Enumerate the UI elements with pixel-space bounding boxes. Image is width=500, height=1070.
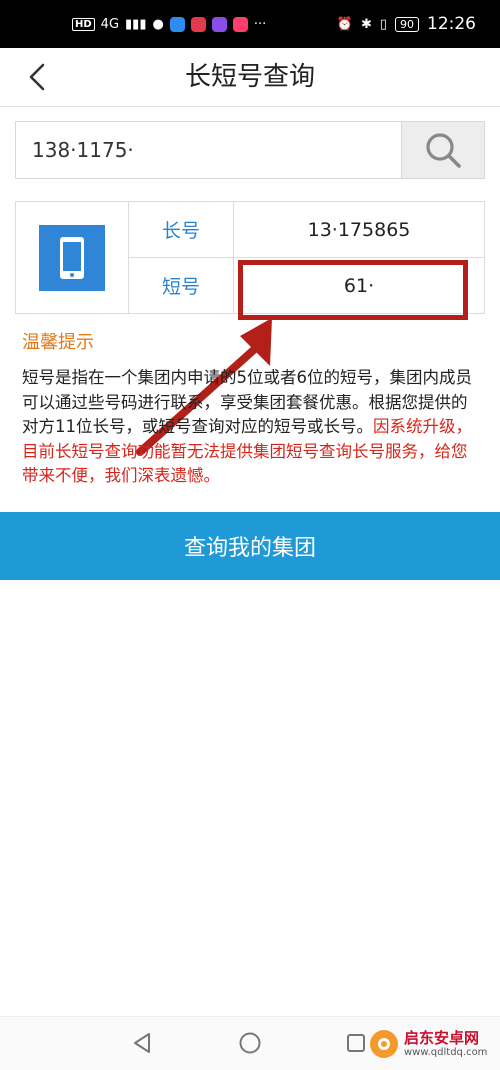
watermark-url: www.qdltdq.com xyxy=(404,1046,488,1058)
nav-back-button[interactable] xyxy=(128,1029,156,1057)
nav-home-button[interactable] xyxy=(236,1029,264,1057)
tip-title: 温馨提示 xyxy=(22,332,94,353)
triangle-back-icon xyxy=(134,1033,150,1053)
watermark-text: 启东安卓网 www.qdltdq.com xyxy=(404,1030,487,1058)
square-recents-icon xyxy=(347,1034,365,1052)
tip-text: 短号是指在一个集团内申请的5位或者6位的短号，集团内成员可以通过些号码进行联系，… xyxy=(22,366,482,489)
watermark-name: 启东安卓网 xyxy=(404,1029,480,1048)
nav-recents-button[interactable] xyxy=(342,1029,370,1057)
watermark-logo-icon xyxy=(370,1030,398,1058)
watermark: 启东安卓网 www.qdltdq.com xyxy=(370,1022,496,1066)
circle-home-icon xyxy=(239,1032,261,1054)
query-my-group-button[interactable]: 查询我的集团 xyxy=(0,512,500,580)
